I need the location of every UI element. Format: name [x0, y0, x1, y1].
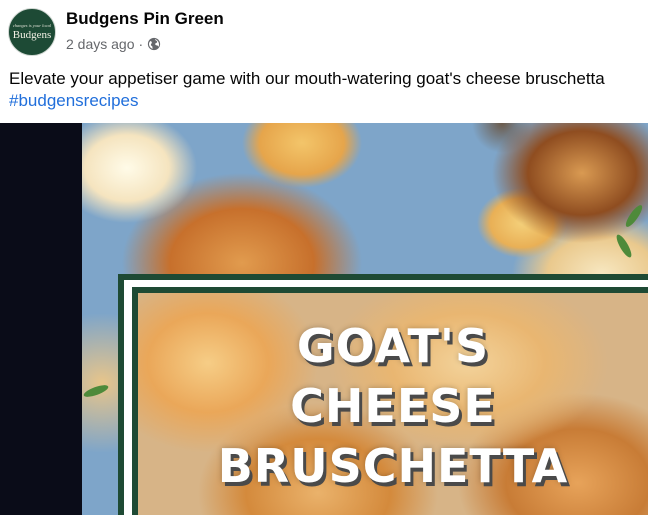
video-frame[interactable]: GOAT'S CHEESE BRUSCHETTA	[82, 123, 648, 515]
globe-icon[interactable]	[147, 37, 161, 51]
video-title-line-2: CHEESE	[290, 379, 496, 433]
recipe-title-card: GOAT'S CHEESE BRUSCHETTA	[118, 274, 648, 515]
facebook-post: changes is your local Budgens Budgens Pi…	[0, 0, 648, 515]
post-video[interactable]: GOAT'S CHEESE BRUSCHETTA	[0, 123, 648, 515]
title-card-frame: GOAT'S CHEESE BRUSCHETTA	[132, 287, 648, 515]
post-caption: Elevate your appetiser game with our mou…	[9, 69, 605, 88]
post-meta: 2 days ago ·	[66, 36, 161, 52]
herb-leaf	[82, 382, 110, 400]
hashtag-link[interactable]: #budgensrecipes	[9, 89, 138, 112]
meta-separator: ·	[138, 36, 144, 52]
avatar-tagline: changes is your local	[12, 23, 52, 28]
page-name-link[interactable]: Budgens Pin Green	[66, 9, 224, 29]
title-card-photo: GOAT'S CHEESE BRUSCHETTA	[138, 293, 648, 515]
avatar-brand: Budgens	[12, 29, 52, 41]
page-avatar[interactable]: changes is your local Budgens	[8, 8, 56, 56]
post-timestamp[interactable]: 2 days ago	[66, 36, 135, 52]
video-title-line-1: GOAT'S	[296, 319, 490, 373]
video-title-line-3: BRUSCHETTA	[217, 439, 569, 493]
post-header: changes is your local Budgens Budgens Pi…	[0, 0, 648, 62]
herb-leaf	[623, 203, 645, 229]
title-card-border: GOAT'S CHEESE BRUSCHETTA	[124, 280, 648, 515]
herb-leaf	[614, 232, 634, 260]
